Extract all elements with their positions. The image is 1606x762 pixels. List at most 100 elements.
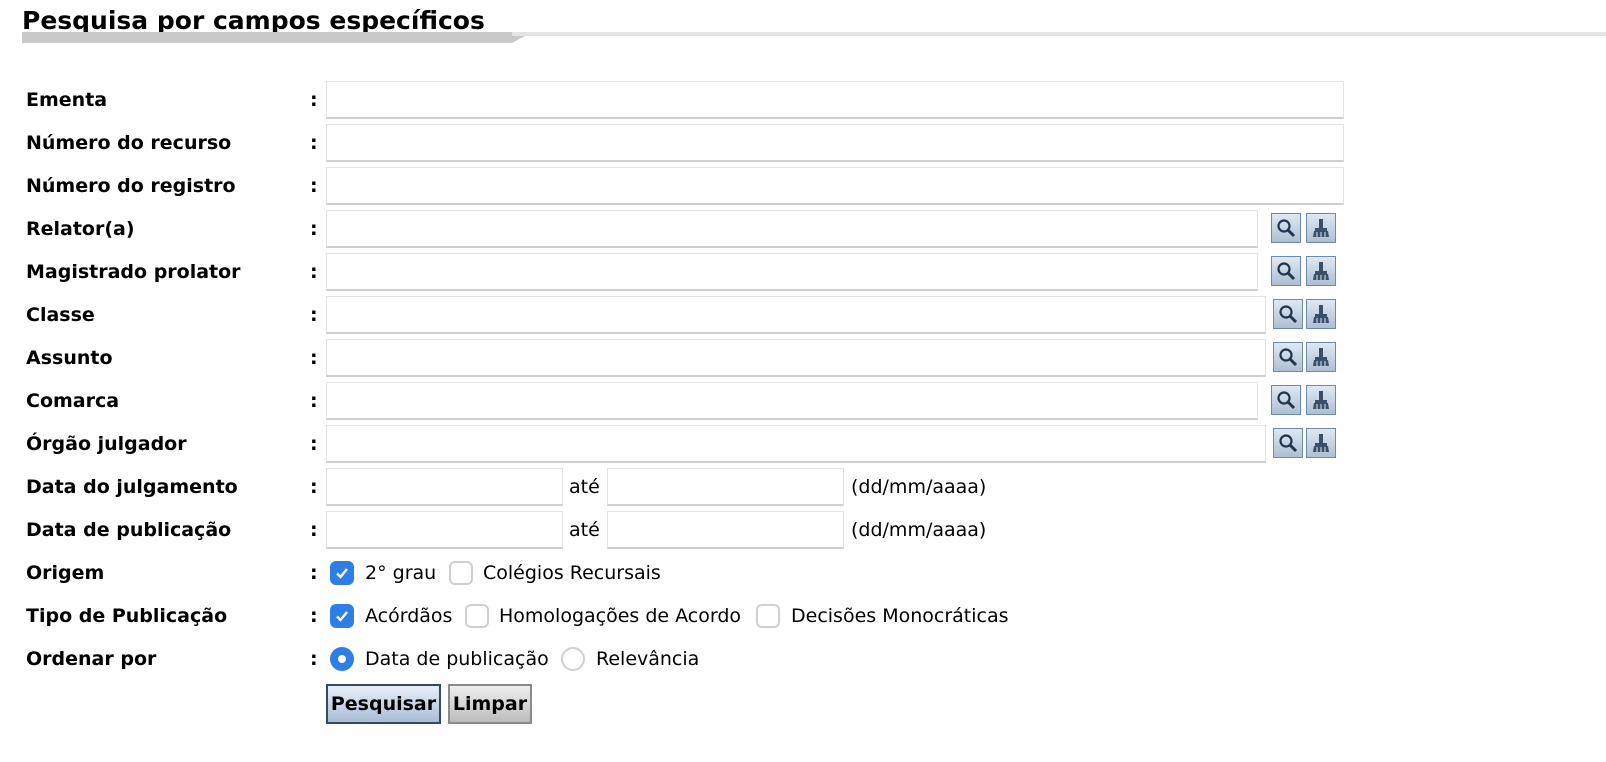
- broom-icon: [1313, 305, 1329, 323]
- label-data-publicacao: Data de publicação: [26, 519, 232, 541]
- ordenar-relevancia-radio[interactable]: [561, 647, 585, 671]
- relator-clear-button[interactable]: [1306, 213, 1336, 243]
- data-julgamento-from-input[interactable]: [326, 468, 563, 506]
- tipo-acordaos-checkbox[interactable]: [330, 604, 354, 628]
- broom-icon: [1313, 219, 1329, 237]
- tipo-decisoes-label: Decisões Monocráticas: [791, 605, 1009, 627]
- label-ordenar: Ordenar por: [26, 648, 157, 670]
- classe-search-button[interactable]: [1273, 299, 1303, 329]
- assunto-clear-button[interactable]: [1306, 342, 1336, 372]
- label-numero-registro: Número do registro: [26, 175, 236, 197]
- data-julgamento-to-input[interactable]: [607, 468, 844, 506]
- broom-icon: [1313, 348, 1329, 366]
- clear-button[interactable]: Limpar: [448, 684, 532, 724]
- label-separator: :: [310, 132, 318, 154]
- label-ementa: Ementa: [26, 89, 108, 111]
- label-tipo-publicacao: Tipo de Publicação: [26, 605, 228, 627]
- label-origem: Origem: [26, 562, 105, 584]
- search-icon: [1279, 348, 1298, 367]
- orgao-search-button[interactable]: [1273, 428, 1303, 458]
- row-magistrado: Magistrado prolator :: [0, 251, 1606, 293]
- search-icon: [1279, 305, 1298, 324]
- label-comarca: Comarca: [26, 390, 120, 412]
- label-separator: :: [310, 390, 318, 412]
- origem-colegios-recursais-label: Colégios Recursais: [483, 562, 661, 584]
- search-icon: [1277, 219, 1296, 238]
- label-separator: :: [310, 304, 318, 326]
- label-orgao-julgador: Órgão julgador: [26, 433, 187, 455]
- numero-recurso-input[interactable]: [326, 124, 1344, 162]
- label-separator: :: [310, 476, 318, 498]
- check-icon: [336, 568, 348, 579]
- classe-input[interactable]: [326, 296, 1266, 334]
- comarca-input[interactable]: [326, 382, 1258, 420]
- row-comarca: Comarca :: [0, 380, 1606, 422]
- broom-icon: [1313, 262, 1329, 280]
- search-icon: [1277, 262, 1296, 281]
- label-separator: :: [310, 648, 318, 670]
- label-separator: :: [310, 562, 318, 584]
- comarca-search-button[interactable]: [1271, 385, 1301, 415]
- tipo-homologacoes-label: Homologações de Acordo: [499, 605, 742, 627]
- row-assunto: Assunto :: [0, 337, 1606, 379]
- origem-colegios-recursais-checkbox[interactable]: [449, 561, 473, 585]
- broom-icon: [1313, 391, 1329, 409]
- range-separator: até: [569, 519, 600, 541]
- ordenar-data-publicacao-radio[interactable]: [330, 647, 354, 671]
- row-actions: Pesquisar Limpar: [0, 684, 1606, 726]
- label-separator: :: [310, 89, 318, 111]
- relator-search-button[interactable]: [1271, 213, 1301, 243]
- ordenar-data-publicacao-label: Data de publicação: [365, 648, 549, 670]
- origem-2-grau-label: 2° grau: [365, 562, 437, 584]
- broom-icon: [1313, 434, 1329, 452]
- magistrado-input[interactable]: [326, 253, 1258, 291]
- label-separator: :: [310, 261, 318, 283]
- relator-input[interactable]: [326, 210, 1258, 248]
- row-numero-recurso: Número do recurso :: [0, 122, 1606, 164]
- date-format-hint: (dd/mm/aaaa): [851, 476, 987, 498]
- row-data-julgamento: Data do julgamento : até (dd/mm/aaaa): [0, 466, 1606, 508]
- row-numero-registro: Número do registro :: [0, 165, 1606, 207]
- range-separator: até: [569, 476, 600, 498]
- tipo-acordaos-label: Acórdãos: [365, 605, 453, 627]
- check-icon: [336, 611, 348, 622]
- label-numero-recurso: Número do recurso: [26, 132, 232, 154]
- label-separator: :: [310, 433, 318, 455]
- row-data-publicacao: Data de publicação : até (dd/mm/aaaa): [0, 509, 1606, 551]
- magistrado-clear-button[interactable]: [1306, 256, 1336, 286]
- label-classe: Classe: [26, 304, 95, 326]
- ordenar-relevancia-label: Relevância: [596, 648, 700, 670]
- label-separator: :: [310, 519, 318, 541]
- search-form: Ementa : Número do recurso : Número do r…: [0, 0, 1606, 762]
- row-origem: Origem : 2° grau Colégios Recursais: [0, 552, 1606, 594]
- origem-2-grau-checkbox[interactable]: [330, 561, 354, 585]
- assunto-input[interactable]: [326, 339, 1266, 377]
- label-separator: :: [310, 218, 318, 240]
- assunto-search-button[interactable]: [1273, 342, 1303, 372]
- numero-registro-input[interactable]: [326, 167, 1344, 205]
- label-separator: :: [310, 347, 318, 369]
- orgao-clear-button[interactable]: [1306, 428, 1336, 458]
- ementa-input[interactable]: [326, 81, 1344, 119]
- row-orgao-julgador: Órgão julgador :: [0, 423, 1606, 465]
- label-separator: :: [310, 605, 318, 627]
- search-icon: [1277, 391, 1296, 410]
- data-publicacao-from-input[interactable]: [326, 511, 563, 549]
- tipo-homologacoes-checkbox[interactable]: [465, 604, 489, 628]
- comarca-clear-button[interactable]: [1306, 385, 1336, 415]
- row-ementa: Ementa :: [0, 79, 1606, 121]
- orgao-julgador-input[interactable]: [326, 425, 1266, 463]
- row-classe: Classe :: [0, 294, 1606, 336]
- label-separator: :: [310, 175, 318, 197]
- label-magistrado: Magistrado prolator: [26, 261, 241, 283]
- label-assunto: Assunto: [26, 347, 113, 369]
- magistrado-search-button[interactable]: [1271, 256, 1301, 286]
- search-button[interactable]: Pesquisar: [326, 684, 441, 724]
- data-publicacao-to-input[interactable]: [607, 511, 844, 549]
- tipo-decisoes-checkbox[interactable]: [756, 604, 780, 628]
- classe-clear-button[interactable]: [1306, 299, 1336, 329]
- row-relator: Relator(a) :: [0, 208, 1606, 250]
- search-icon: [1279, 434, 1298, 453]
- date-format-hint: (dd/mm/aaaa): [851, 519, 987, 541]
- label-data-julgamento: Data do julgamento: [26, 476, 238, 498]
